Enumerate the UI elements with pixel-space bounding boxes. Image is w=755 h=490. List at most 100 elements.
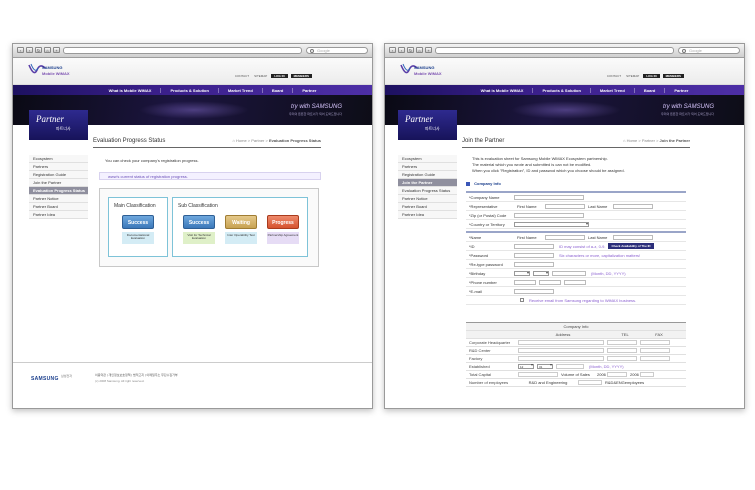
factory-fax-input[interactable]	[640, 356, 670, 361]
sitemap-link[interactable]: SITEMAP	[253, 74, 268, 78]
crumb-current: Evaluation Progress Status	[268, 138, 321, 143]
retype-password-input[interactable]	[514, 261, 554, 267]
id-label: *ID	[469, 243, 475, 249]
crumb-home[interactable]: Home	[627, 138, 638, 143]
sidebar-item-evaluation-status[interactable]: Evaluation Progress Status	[398, 187, 457, 195]
country-select[interactable]	[514, 221, 589, 227]
nav-partner[interactable]: Partner	[292, 87, 325, 93]
last-name-input[interactable]	[613, 234, 653, 240]
sidebar-item-partner-idea[interactable]: Partner Idea	[29, 211, 88, 219]
sidebar-nav: Ecosystem Partners Registration Guide Jo…	[398, 155, 457, 219]
members-button[interactable]: MEMBERS	[662, 74, 684, 78]
members-button[interactable]: MEMBERS	[290, 74, 312, 78]
total-capital-input[interactable]	[518, 372, 558, 377]
add-button[interactable]: +	[53, 47, 60, 53]
email-optin-checkbox[interactable]	[520, 298, 524, 302]
section-title: Partner	[36, 114, 64, 124]
established-year-input[interactable]	[556, 364, 584, 369]
search-input[interactable]: Google	[678, 47, 740, 54]
logo-subtitle: Mobile WiMAX	[42, 71, 70, 76]
hq-tel-input[interactable]	[607, 340, 637, 345]
hq-address-input[interactable]	[518, 340, 604, 345]
crumb-home[interactable]: Home	[236, 138, 247, 143]
reload-button[interactable]: ↻	[35, 47, 42, 53]
rep-last-name-input[interactable]	[613, 203, 653, 209]
sidebar-item-partner-board[interactable]: Partner Board	[398, 203, 457, 211]
nav-market-trend[interactable]: Market Trend	[589, 87, 634, 93]
forward-button[interactable]: ›	[26, 47, 33, 53]
sidebar-item-registration-guide[interactable]: Registration Guide	[398, 171, 457, 179]
hq-fax-input[interactable]	[640, 340, 670, 345]
company-name-input[interactable]	[514, 194, 584, 200]
footer-links[interactable]: 이용약관 | 개인정보보호정책 | 법적고지 | 이메일주소 무단수집거부	[95, 373, 178, 377]
crumb-parent[interactable]: Partner	[642, 138, 655, 143]
add-button[interactable]: +	[425, 47, 432, 53]
rnd-fax-input[interactable]	[640, 348, 670, 353]
home-button[interactable]: ⌂	[44, 47, 51, 53]
sidebar-item-registration-guide[interactable]: Registration Guide	[29, 171, 88, 179]
first-name-input[interactable]	[545, 234, 585, 240]
site-header: SAMSUNG Mobile WiMAX CONTACT SITEMAP LOG…	[385, 58, 744, 85]
nav-products[interactable]: Products & Solution	[532, 87, 589, 93]
rnd-eng-input[interactable]	[578, 380, 602, 385]
address-bar[interactable]	[63, 47, 302, 54]
sidebar-item-partner-board[interactable]: Partner Board	[29, 203, 88, 211]
check-id-button[interactable]: Check Availability of The ID	[608, 243, 654, 249]
birthday-day-select[interactable]	[533, 270, 549, 276]
rep-first-name-input[interactable]	[545, 203, 585, 209]
address-bar[interactable]	[435, 47, 674, 54]
status-notice: www's current status of registration pro…	[99, 172, 321, 180]
nav-what-is-wimax[interactable]: What is Mobile WiMAX	[100, 88, 161, 93]
crumb-sep-2: >	[656, 138, 659, 143]
reload-button[interactable]: ↻	[407, 47, 414, 53]
sub-stage-2-status: Waiting	[225, 215, 257, 229]
login-button[interactable]: LOG IN	[271, 74, 288, 78]
sidebar-item-partner-idea[interactable]: Partner Idea	[398, 211, 457, 219]
nav-board[interactable]: Board	[633, 87, 665, 93]
birthday-month-select[interactable]	[514, 270, 530, 276]
sidebar-item-ecosystem[interactable]: Ecosystem	[29, 155, 88, 163]
sidebar-item-partner-notice[interactable]: Partner Notice	[29, 195, 88, 203]
login-button[interactable]: LOG IN	[643, 74, 660, 78]
phone-part2-input[interactable]	[539, 279, 561, 285]
sales-year2-input[interactable]	[640, 372, 654, 377]
nav-board[interactable]: Board	[261, 87, 293, 93]
nav-products[interactable]: Products & Solution	[160, 87, 217, 93]
nav-market-trend[interactable]: Market Trend	[217, 87, 262, 93]
forward-button[interactable]: ›	[398, 47, 405, 53]
rnd-address-input[interactable]	[518, 348, 604, 353]
sidebar-item-ecosystem[interactable]: Ecosystem	[398, 155, 457, 163]
sidebar-item-join-partner[interactable]: Join the Partner	[29, 179, 88, 187]
back-button[interactable]: ‹	[17, 47, 24, 53]
sitemap-link[interactable]: SITEMAP	[625, 74, 640, 78]
factory-tel-input[interactable]	[607, 356, 637, 361]
phone-part1-input[interactable]	[514, 279, 536, 285]
email-input[interactable]	[514, 288, 554, 294]
nav-what-is-wimax[interactable]: What is Mobile WiMAX	[472, 88, 533, 93]
rnd-tel-input[interactable]	[607, 348, 637, 353]
utility-links: CONTACT SITEMAP LOG IN MEMBERS	[606, 74, 684, 78]
sidebar-item-partners[interactable]: Partners	[29, 163, 88, 171]
sidebar-item-join-partner[interactable]: Join the Partner	[398, 179, 457, 187]
contact-link[interactable]: CONTACT	[606, 74, 622, 78]
contact-link[interactable]: CONTACT	[234, 74, 250, 78]
zip-input[interactable]	[514, 212, 584, 218]
id-input[interactable]	[514, 243, 554, 249]
crumb-parent[interactable]: Partner	[251, 138, 264, 143]
back-button[interactable]: ‹	[389, 47, 396, 53]
home-button[interactable]: ⌂	[416, 47, 423, 53]
established-day-select[interactable]: 31	[537, 363, 553, 369]
search-input[interactable]: Google	[306, 47, 368, 54]
factory-address-input[interactable]	[518, 356, 604, 361]
sales-year1-input[interactable]	[607, 372, 627, 377]
sidebar-item-partners[interactable]: Partners	[398, 163, 457, 171]
sidebar-item-evaluation-status[interactable]: Evaluation Progress Status	[29, 187, 88, 195]
nav-partner[interactable]: Partner	[664, 87, 697, 93]
crumb-sep-1: >	[247, 138, 251, 143]
phone-part3-input[interactable]	[564, 279, 586, 285]
sidebar-item-partner-notice[interactable]: Partner Notice	[398, 195, 457, 203]
rep-last-name-label: Last Name	[588, 203, 608, 209]
established-month-select[interactable]: 12	[518, 363, 534, 369]
birthday-year-input[interactable]	[552, 270, 586, 276]
password-input[interactable]	[514, 252, 554, 258]
